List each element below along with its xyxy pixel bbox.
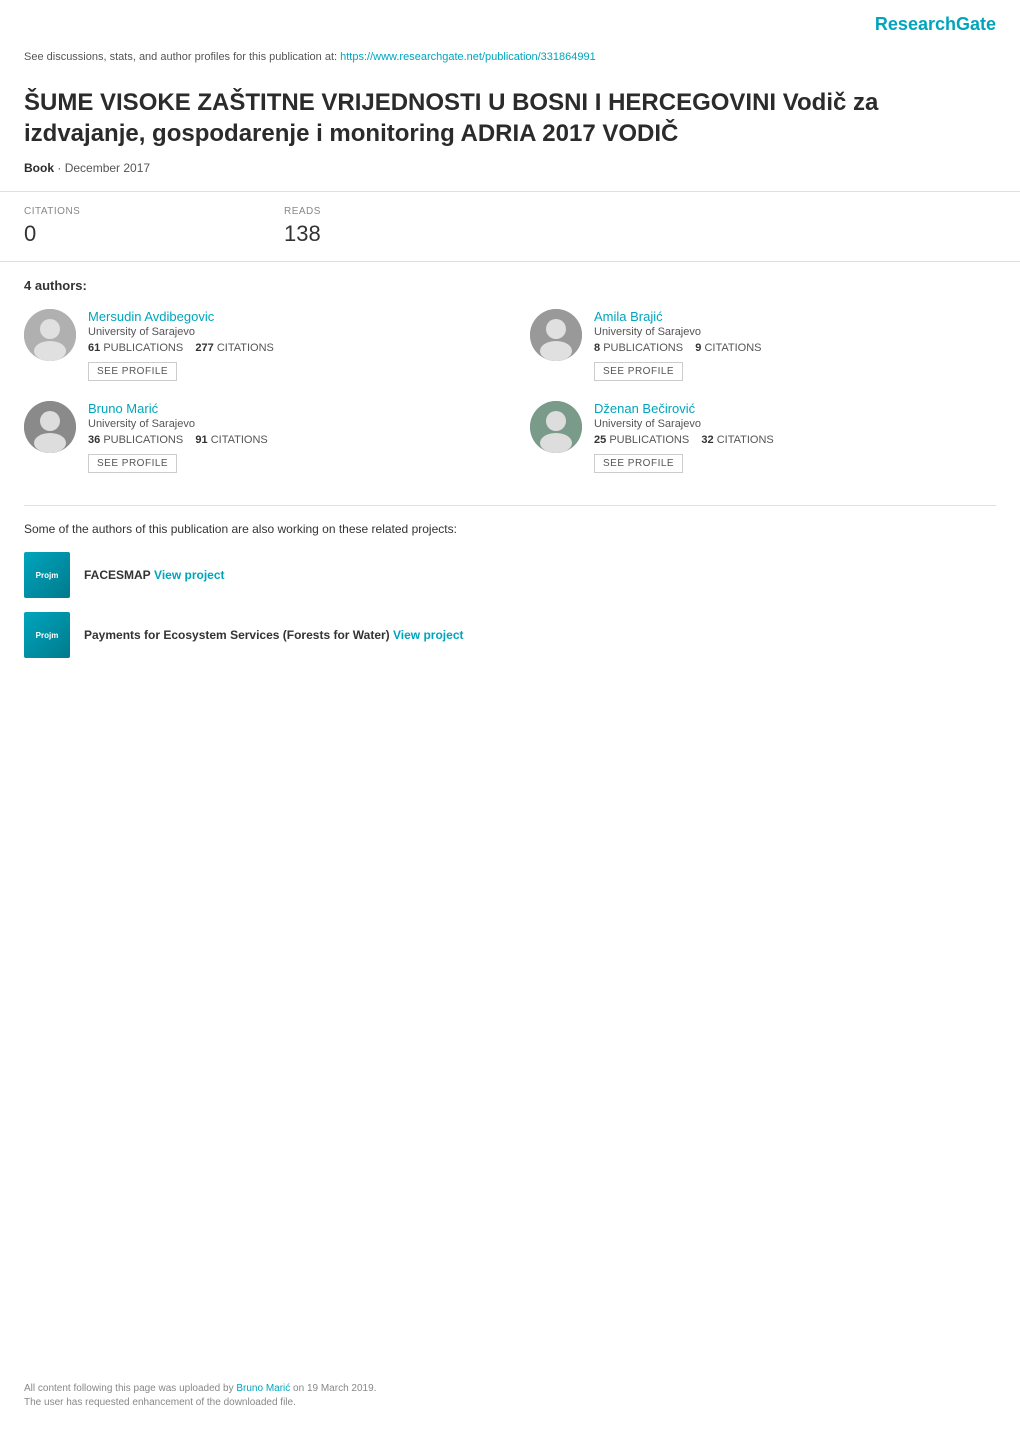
author2-cit-label: CITATIONS xyxy=(704,342,761,354)
footer-text1-end: on 19 March 2019. xyxy=(293,1383,376,1394)
publication-title: ŠUME VISOKE ZAŠTITNE VRIJEDNOSTI U BOSNI… xyxy=(24,87,996,149)
author-stats-1: 61 PUBLICATIONS 277 CITATIONS xyxy=(88,342,490,354)
author1-pub-label-text: PUBLICATIONS xyxy=(103,342,183,354)
notice-link[interactable]: https://www.researchgate.net/publication… xyxy=(340,51,596,63)
see-profile-button-2[interactable]: SEE PROFILE xyxy=(594,362,683,381)
author-info-1: Mersudin Avdibegovic University of Saraj… xyxy=(88,309,490,381)
author-name-2[interactable]: Amila Brajić xyxy=(594,309,996,324)
notice-text: See discussions, stats, and author profi… xyxy=(24,51,340,63)
see-profile-button-3[interactable]: SEE PROFILE xyxy=(88,454,177,473)
project-text-1: FACESMAP View project xyxy=(84,568,225,582)
author2-pub-count: 8 xyxy=(594,342,600,354)
author4-pub-label-text: PUBLICATIONS xyxy=(609,434,689,446)
project-item-2: Projm Payments for Ecosystem Services (F… xyxy=(24,612,996,658)
see-profile-button-1[interactable]: SEE PROFILE xyxy=(88,362,177,381)
pub-date: December 2017 xyxy=(65,161,150,175)
author-card-3: Bruno Marić University of Sarajevo 36 PU… xyxy=(24,401,490,473)
reads-stat: READS 138 xyxy=(284,192,504,261)
title-area: ŠUME VISOKE ZAŠTITNE VRIJEDNOSTI U BOSNI… xyxy=(0,75,1020,192)
author3-pub-count: 36 xyxy=(88,434,100,446)
author4-pub-count: 25 xyxy=(594,434,606,446)
author3-pub-label-text: PUBLICATIONS xyxy=(103,434,183,446)
author-card-1: Mersudin Avdibegovic University of Saraj… xyxy=(24,309,490,381)
stats-row: CITATIONS 0 READS 138 xyxy=(0,192,1020,262)
author-avatar-1 xyxy=(24,309,76,361)
author-avatar-4 xyxy=(530,401,582,453)
citations-stat: CITATIONS 0 xyxy=(24,192,244,261)
project-thumb-text-2: Projm xyxy=(36,631,59,641)
author2-cit-count: 9 xyxy=(695,342,701,354)
author-card-4: Dženan Bečirović University of Sarajevo … xyxy=(530,401,996,473)
author1-pub-count: 61 xyxy=(88,342,100,354)
author-affil-4: University of Sarajevo xyxy=(594,418,996,430)
citations-label: CITATIONS xyxy=(24,206,244,217)
authors-heading: 4 authors: xyxy=(24,278,996,293)
project-thumb-1: Projm xyxy=(24,552,70,598)
author-affil-2: University of Sarajevo xyxy=(594,326,996,338)
author4-cit-count: 32 xyxy=(701,434,713,446)
author-stats-4: 25 PUBLICATIONS 32 CITATIONS xyxy=(594,434,996,446)
reads-value: 138 xyxy=(284,221,504,247)
pub-meta-separator: · xyxy=(57,161,64,175)
author-name-4[interactable]: Dženan Bečirović xyxy=(594,401,996,416)
section-divider xyxy=(24,505,996,506)
footer-line1: All content following this page was uplo… xyxy=(24,1383,996,1394)
project-name-2: Payments for Ecosystem Services (Forests… xyxy=(84,628,390,642)
top-bar: ResearchGate xyxy=(0,0,1020,43)
author1-cit-count: 277 xyxy=(195,342,213,354)
project-item-1: Projm FACESMAP View project xyxy=(24,552,996,598)
author-stats-3: 36 PUBLICATIONS 91 CITATIONS xyxy=(88,434,490,446)
project-thumb-text-1: Projm xyxy=(36,571,59,581)
project-link-2[interactable]: View project xyxy=(393,628,463,642)
author-info-2: Amila Brajić University of Sarajevo 8 PU… xyxy=(594,309,996,381)
author2-pub-label-text: PUBLICATIONS xyxy=(603,342,683,354)
authors-section: 4 authors: Mersudin Avdibegovic Universi… xyxy=(0,262,1020,489)
footer-line2: The user has requested enhancement of th… xyxy=(24,1397,996,1408)
author-stats-2: 8 PUBLICATIONS 9 CITATIONS xyxy=(594,342,996,354)
related-heading: Some of the authors of this publication … xyxy=(24,522,996,536)
pub-type: Book xyxy=(24,161,54,175)
footer-uploader-link[interactable]: Bruno Marić xyxy=(236,1383,290,1394)
author3-cit-label: CITATIONS xyxy=(211,434,268,446)
author3-cit-count: 91 xyxy=(195,434,207,446)
author4-cit-label: CITATIONS xyxy=(717,434,774,446)
citations-value: 0 xyxy=(24,221,244,247)
researchgate-logo[interactable]: ResearchGate xyxy=(875,14,996,35)
project-link-1[interactable]: View project xyxy=(154,568,224,582)
author-name-1[interactable]: Mersudin Avdibegovic xyxy=(88,309,490,324)
author-name-3[interactable]: Bruno Marić xyxy=(88,401,490,416)
page-footer: All content following this page was uplo… xyxy=(0,1383,1020,1411)
author-affil-1: University of Sarajevo xyxy=(88,326,490,338)
reads-label: READS xyxy=(284,206,504,217)
author-avatar-2 xyxy=(530,309,582,361)
author-info-4: Dženan Bečirović University of Sarajevo … xyxy=(594,401,996,473)
see-profile-button-4[interactable]: SEE PROFILE xyxy=(594,454,683,473)
notice-bar: See discussions, stats, and author profi… xyxy=(0,43,1020,75)
project-thumb-2: Projm xyxy=(24,612,70,658)
author-avatar-3 xyxy=(24,401,76,453)
author-affil-3: University of Sarajevo xyxy=(88,418,490,430)
footer-text1: All content following this page was uplo… xyxy=(24,1383,236,1394)
project-text-2: Payments for Ecosystem Services (Forests… xyxy=(84,628,464,642)
related-projects-section: Some of the authors of this publication … xyxy=(0,522,1020,692)
project-name-1: FACESMAP xyxy=(84,568,151,582)
publication-meta: Book · December 2017 xyxy=(24,161,996,175)
author1-cit-label: CITATIONS xyxy=(217,342,274,354)
author-info-3: Bruno Marić University of Sarajevo 36 PU… xyxy=(88,401,490,473)
authors-grid: Mersudin Avdibegovic University of Saraj… xyxy=(24,309,996,473)
author-card-2: Amila Brajić University of Sarajevo 8 PU… xyxy=(530,309,996,381)
